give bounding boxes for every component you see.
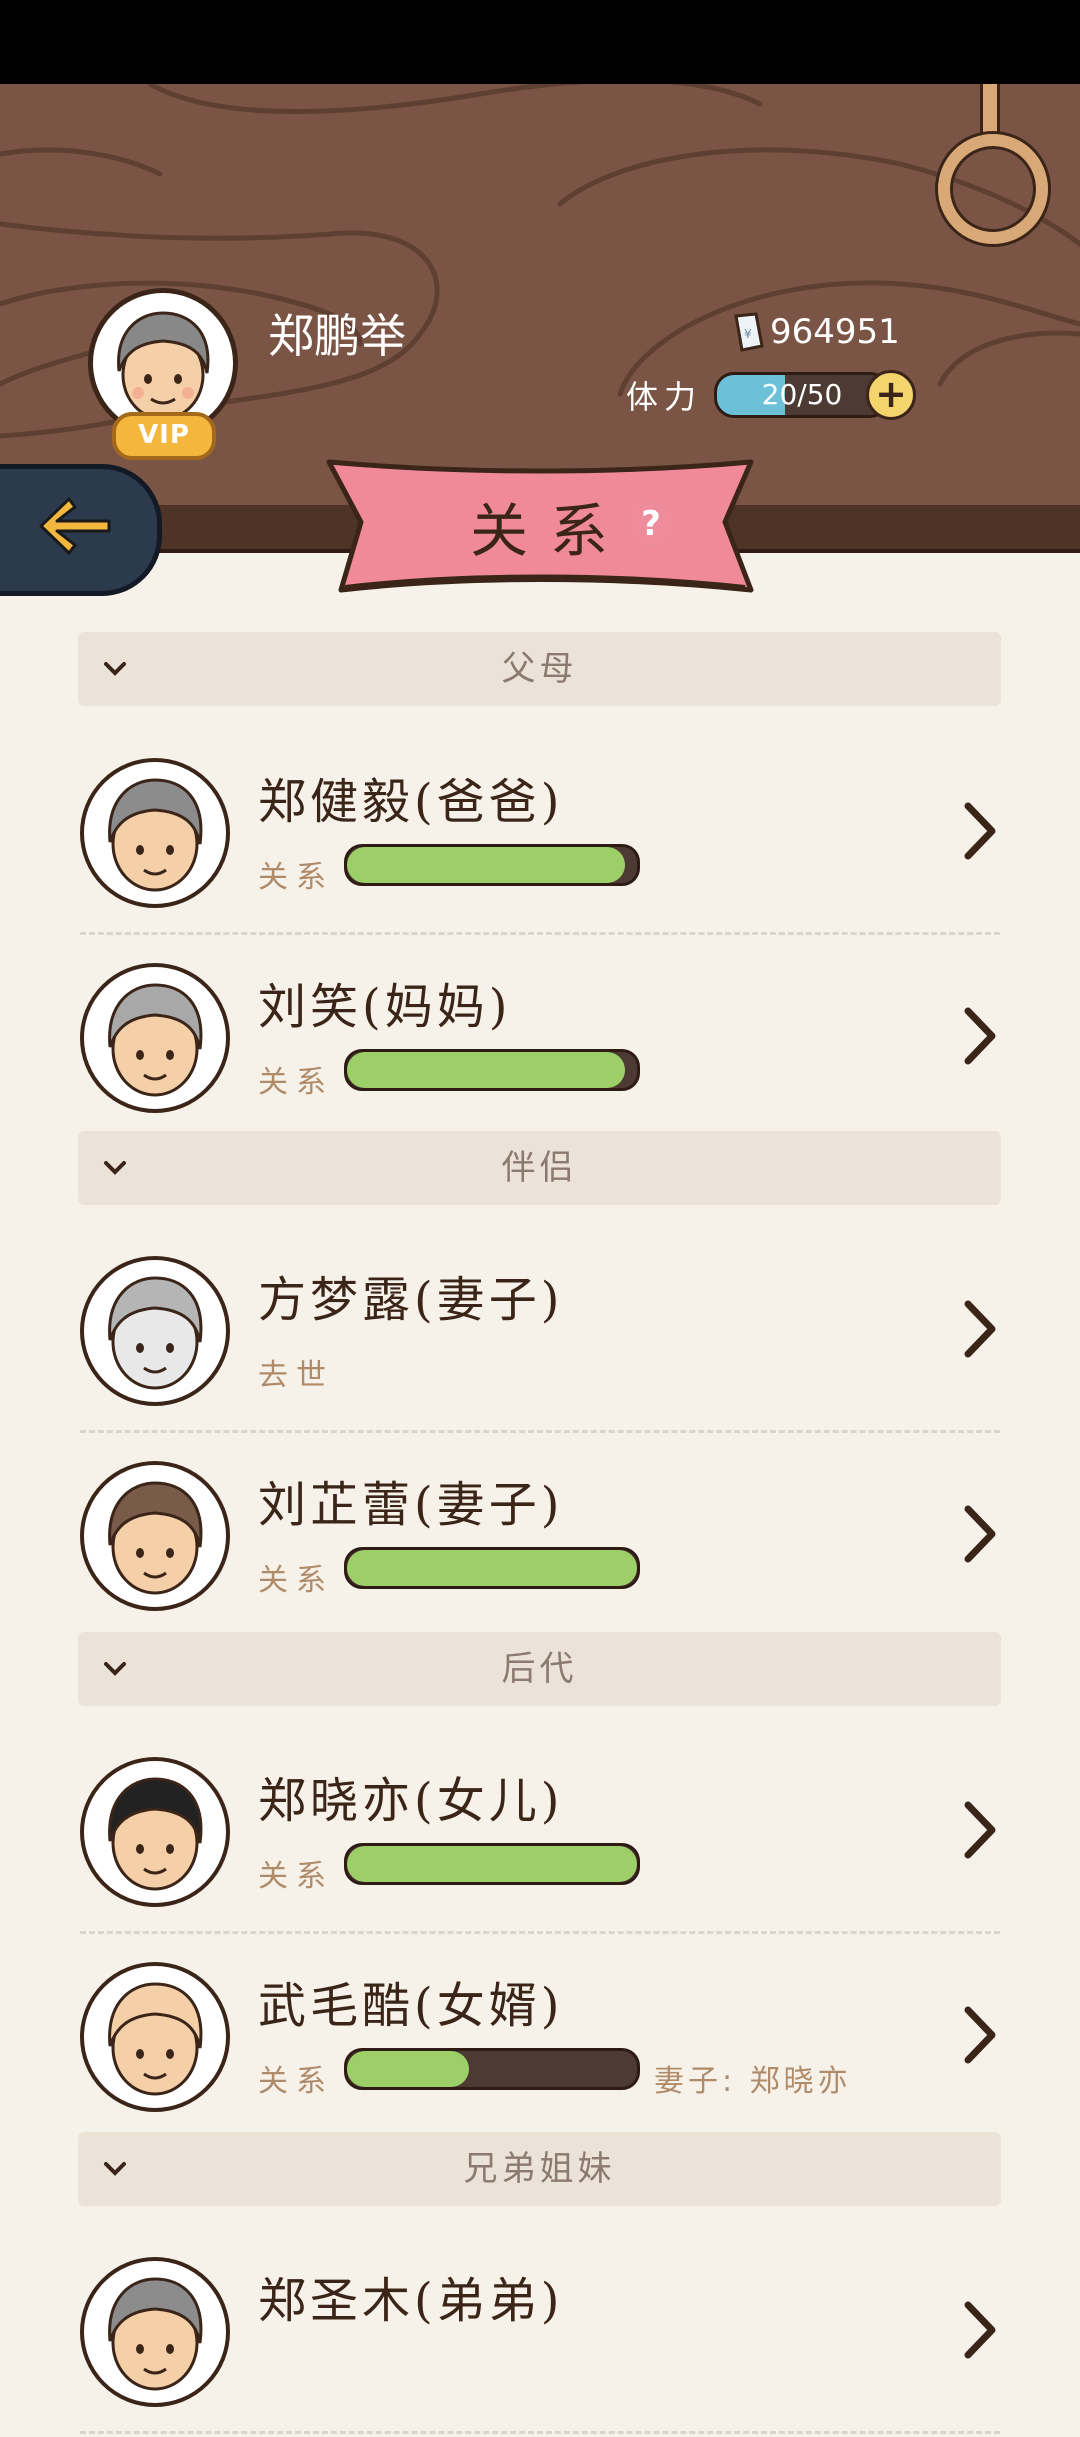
family-member-row[interactable]: 郑晓亦(女儿) 关系 <box>0 1733 1080 1937</box>
family-member-row[interactable]: 方梦露(妻子) 去世 <box>0 1232 1080 1436</box>
chevron-right-icon[interactable] <box>960 2299 1000 2361</box>
member-avatar <box>80 1256 230 1406</box>
member-name: 刘芷蕾(妻子) <box>258 1477 564 1533</box>
section-title: 后代 <box>501 1649 578 1689</box>
member-face-icon <box>108 1276 203 1390</box>
row-divider <box>80 1931 1000 1934</box>
section-header[interactable]: 伴侣 <box>78 1131 1001 1205</box>
chevron-right-icon[interactable] <box>960 1005 1000 1067</box>
member-avatar <box>80 1962 230 2112</box>
relation-label: 关系 <box>258 1563 334 1598</box>
money-note-icon: ¥ <box>734 312 764 352</box>
player-name: 郑鹏举 <box>268 309 406 363</box>
relation-bar <box>344 1049 640 1091</box>
stamina-bar: 20/50 <box>714 372 890 418</box>
section-title: 父母 <box>501 649 578 689</box>
row-divider <box>80 932 1000 935</box>
relation-bar-fill <box>347 1052 626 1088</box>
member-avatar <box>80 758 230 908</box>
row-divider <box>80 2431 1000 2434</box>
relation-bar-fill <box>347 847 626 883</box>
member-face-icon <box>108 1777 203 1891</box>
section-title: 兄弟姐妹 <box>463 2149 616 2189</box>
back-arrow-icon <box>39 497 111 555</box>
member-face-icon <box>108 1481 203 1595</box>
svg-text:¥: ¥ <box>744 327 752 341</box>
relation-bar <box>344 1843 640 1885</box>
chevron-right-icon[interactable] <box>960 1799 1000 1861</box>
relation-bar <box>344 2048 640 2090</box>
hanging-ring-icon <box>938 134 1048 244</box>
member-avatar <box>80 1757 230 1907</box>
member-name: 方梦露(妻子) <box>258 1272 564 1328</box>
relation-bar <box>344 1547 640 1589</box>
family-member-row[interactable]: 武毛酷(女婿) 关系 妻子: 郑晓亦 <box>0 1938 1080 2142</box>
family-member-row[interactable]: 郑健毅(爸爸) 关系 <box>0 734 1080 938</box>
relation-bar-fill <box>347 2051 469 2087</box>
relation-bar-fill <box>347 1846 637 1882</box>
family-member-row[interactable]: 郑圣木(弟弟) <box>0 2233 1080 2437</box>
relation-label: 关系 <box>258 1065 334 1100</box>
section-title: 伴侣 <box>501 1148 578 1188</box>
chevron-right-icon[interactable] <box>960 800 1000 862</box>
stamina-value: 20/50 <box>761 378 843 411</box>
chevron-right-icon[interactable] <box>960 2004 1000 2066</box>
add-stamina-button[interactable]: + <box>866 370 916 420</box>
section-header[interactable]: 兄弟姐妹 <box>78 2132 1001 2206</box>
member-name: 郑健毅(爸爸) <box>258 774 564 830</box>
member-name: 郑晓亦(女儿) <box>258 1773 564 1829</box>
member-name: 郑圣木(弟弟) <box>258 2273 564 2329</box>
relation-label: 关系 <box>258 1859 334 1894</box>
member-name: 武毛酷(女婿) <box>258 1978 564 2034</box>
status-bar <box>0 0 1080 84</box>
row-divider <box>80 1430 1000 1433</box>
member-face-icon <box>108 983 203 1097</box>
stamina-label: 体力 <box>626 378 703 416</box>
family-member-row[interactable]: 刘芷蕾(妻子) 关系 <box>0 1437 1080 1641</box>
member-status: 去世 <box>258 1358 334 1393</box>
back-button[interactable] <box>0 464 162 596</box>
member-spouse: 妻子: 郑晓亦 <box>654 2064 852 2099</box>
member-face-icon <box>108 778 203 892</box>
member-name: 刘笑(妈妈) <box>258 979 512 1035</box>
relation-label: 关系 <box>258 2064 334 2099</box>
section-header[interactable]: 后代 <box>78 1632 1001 1706</box>
chevron-right-icon[interactable] <box>960 1503 1000 1565</box>
section-header[interactable]: 父母 <box>78 632 1001 706</box>
relation-bar-fill <box>347 1550 637 1586</box>
relation-label: 关系 <box>258 860 334 895</box>
money-value: 964951 <box>770 312 900 352</box>
relation-bar <box>344 844 640 886</box>
chevron-right-icon[interactable] <box>960 1298 1000 1360</box>
member-avatar <box>80 1461 230 1611</box>
money-counter: ¥ 964951 <box>730 310 900 354</box>
member-avatar <box>80 963 230 1113</box>
help-icon[interactable]: ? <box>627 500 675 548</box>
member-face-icon <box>108 1982 203 2096</box>
page-title: 关系 <box>470 497 631 565</box>
family-member-row[interactable]: 刘笑(妈妈) 关系 <box>0 939 1080 1143</box>
member-face-icon <box>108 2277 203 2391</box>
vip-badge: VIP <box>112 412 216 460</box>
